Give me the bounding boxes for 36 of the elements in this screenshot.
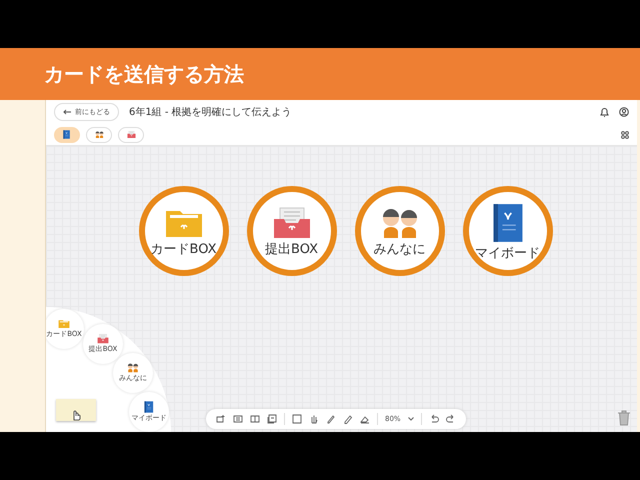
account-icon[interactable] xyxy=(619,107,629,117)
slide-title: カードを送信する方法 xyxy=(44,60,244,88)
hand-icon[interactable] xyxy=(309,414,319,424)
tray-icon xyxy=(126,130,136,138)
redo-icon[interactable] xyxy=(446,414,456,424)
board-title: 6年1組 - 根拠を明確にして伝えよう xyxy=(129,106,293,119)
add-card-icon[interactable] xyxy=(216,414,226,424)
card[interactable] xyxy=(56,399,96,421)
hand-cursor-icon xyxy=(71,409,81,421)
undo-icon[interactable] xyxy=(428,414,439,424)
folder-icon xyxy=(58,319,70,329)
back-arrow-icon xyxy=(63,109,71,115)
notebook-icon xyxy=(63,130,71,139)
send-target-button[interactable]: みんなに xyxy=(354,186,444,276)
book-icon[interactable] xyxy=(250,414,260,424)
send-target-button[interactable]: 提出BOX xyxy=(246,186,336,276)
tray-icon xyxy=(97,334,109,344)
eraser-icon[interactable] xyxy=(360,414,370,424)
pen-icon[interactable] xyxy=(326,414,336,424)
people-icon xyxy=(94,130,104,138)
notebook-icon xyxy=(144,401,154,413)
chevron-down-icon[interactable] xyxy=(408,417,414,421)
marker-icon[interactable] xyxy=(343,414,353,424)
board-tab[interactable] xyxy=(118,126,144,142)
grid-icon[interactable] xyxy=(621,130,629,138)
tray-icon xyxy=(272,206,312,238)
select-icon[interactable] xyxy=(292,414,302,424)
board-tab[interactable] xyxy=(54,126,80,142)
bell-icon[interactable] xyxy=(600,107,609,117)
notebook-icon xyxy=(492,202,524,242)
send-target-button[interactable]: カードBOX xyxy=(138,186,228,276)
board-tab[interactable] xyxy=(86,126,112,142)
people-icon xyxy=(127,363,139,373)
gallery-icon[interactable] xyxy=(267,414,277,424)
send-target-button[interactable]: マイボード xyxy=(462,186,552,276)
card-icon[interactable] xyxy=(233,414,243,424)
